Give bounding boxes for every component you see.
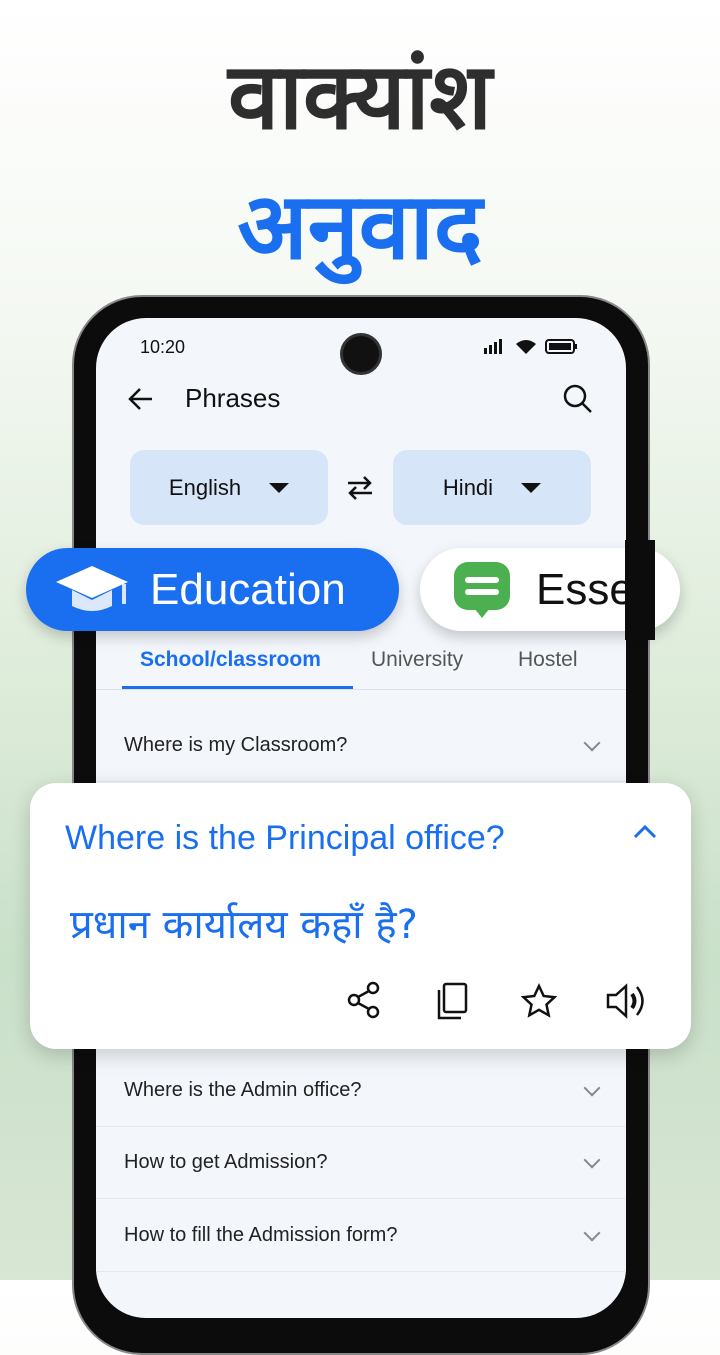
category-education[interactable]: Education	[26, 548, 399, 631]
status-time: 10:20	[140, 337, 186, 357]
camera-icon	[340, 333, 382, 375]
phrase-english: Where is the Principal office?	[65, 819, 505, 857]
speaker-icon[interactable]	[604, 981, 648, 1021]
chevron-down-icon	[583, 1224, 601, 1241]
phrase-text: Where is my Classroom?	[124, 734, 348, 756]
tab-school-classroom[interactable]: School/classroom	[140, 648, 321, 672]
phrase-text: How to get Admission?	[124, 1151, 328, 1173]
headline-line2: अनुवाद	[237, 173, 483, 280]
target-language-label: Hindi	[442, 474, 494, 500]
search-icon[interactable]	[562, 383, 594, 415]
chevron-down-icon	[583, 1079, 601, 1096]
phrase-item[interactable]: How to get Admission?	[96, 1127, 626, 1199]
tab-hostel[interactable]: Hostel	[518, 648, 578, 672]
phrase-item[interactable]: Where is the Admin office?	[96, 1055, 626, 1127]
back-arrow-icon[interactable]	[126, 385, 156, 413]
dropdown-icon	[269, 482, 290, 493]
phrase-hindi: प्रधान कार्यालय कहाँ है?	[70, 902, 418, 948]
chevron-down-icon	[583, 734, 601, 751]
status-icons	[484, 339, 577, 354]
target-language-select[interactable]: Hindi	[393, 450, 591, 525]
source-language-select[interactable]: English	[130, 450, 328, 525]
category-label: Esse	[536, 564, 634, 614]
star-icon[interactable]	[520, 983, 558, 1019]
headline-line1: वाक्यांश	[228, 43, 492, 150]
share-icon[interactable]	[346, 981, 382, 1019]
page-title: Phrases	[185, 383, 281, 413]
chat-bubble-icon	[454, 561, 510, 618]
phone-frame-edge	[625, 540, 655, 640]
category-label: Education	[150, 564, 346, 614]
chevron-down-icon	[583, 1151, 601, 1168]
graduation-cap-icon	[56, 565, 128, 611]
source-language-label: English	[168, 474, 242, 500]
swap-languages-icon[interactable]	[344, 474, 376, 502]
tab-university[interactable]: University	[371, 648, 463, 672]
phrase-item[interactable]: How to fill the Admission form?	[96, 1200, 626, 1272]
tab-indicator	[122, 686, 353, 689]
phrase-item[interactable]: Where is my Classroom?	[96, 710, 626, 782]
tab-divider	[96, 689, 626, 690]
expanded-phrase-card: Where is the Principal office? प्रधान का…	[30, 783, 691, 1049]
phrase-text: How to fill the Admission form?	[124, 1224, 398, 1246]
dropdown-icon	[521, 482, 542, 493]
copy-icon[interactable]	[434, 981, 470, 1021]
phrase-text: Where is the Admin office?	[124, 1079, 362, 1101]
chevron-up-icon[interactable]	[632, 823, 658, 841]
